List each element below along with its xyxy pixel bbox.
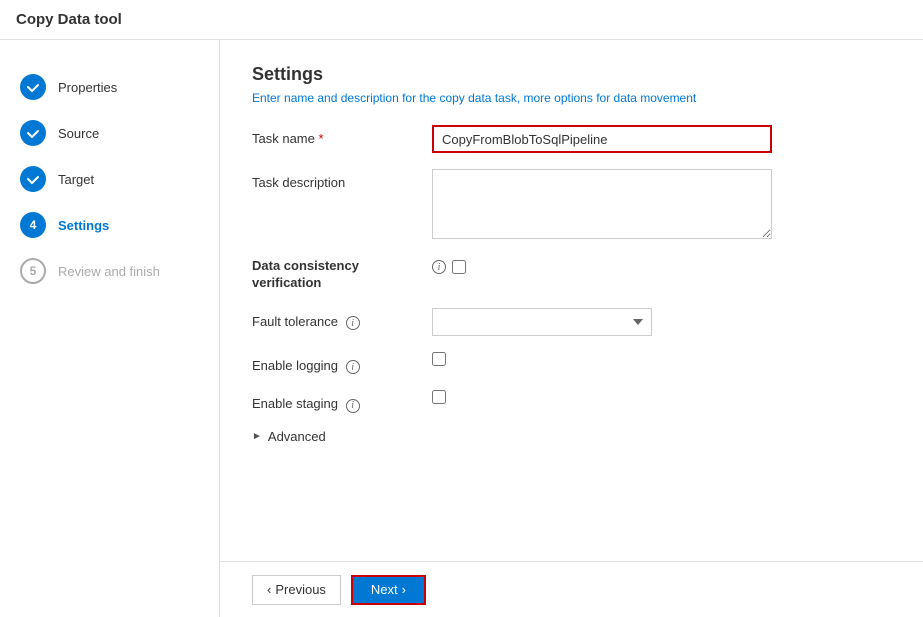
fault-tolerance-control [432,308,891,336]
sidebar-item-properties[interactable]: Properties [0,64,219,110]
task-desc-label: Task description [252,169,432,190]
sidebar-item-settings[interactable]: 4 Settings [0,202,219,248]
data-consistency-label: Data consistency verification [252,258,432,292]
fault-tolerance-info-icon[interactable]: i [346,316,360,330]
fault-tolerance-select[interactable] [432,308,652,336]
step-circle-target [20,166,46,192]
sidebar-item-review[interactable]: 5 Review and finish [0,248,219,294]
enable-logging-row: Enable logging i [252,352,891,375]
previous-button[interactable]: ‹ Previous [252,575,341,605]
task-name-required: * [319,131,324,146]
previous-button-label: Previous [275,582,326,597]
fault-tolerance-row: Fault tolerance i [252,308,891,336]
data-consistency-info-icon[interactable]: i [432,260,446,274]
next-button-label: Next [371,582,398,597]
step-label-target: Target [58,172,94,187]
settings-title: Settings [252,64,891,85]
sidebar: Properties Source Target 4 [0,40,220,617]
step-label-source: Source [58,126,99,141]
enable-logging-control [432,352,891,369]
step-circle-settings: 4 [20,212,46,238]
advanced-chevron-icon: ► [252,431,262,442]
content-area: Settings Enter name and description for … [220,40,923,617]
footer: ‹ Previous Next › [220,561,923,617]
step-circle-properties [20,74,46,100]
advanced-label: Advanced [268,429,326,444]
task-name-row: Task name * [252,125,891,153]
app-title: Copy Data tool [16,11,122,28]
enable-staging-control [432,390,891,407]
step-label-properties: Properties [58,80,117,95]
settings-subtitle: Enter name and description for the copy … [252,91,891,105]
data-consistency-row: Data consistency verification i [252,258,891,292]
sidebar-item-target[interactable]: Target [0,156,219,202]
step-label-review: Review and finish [58,264,160,279]
task-name-label: Task name * [252,125,432,146]
enable-staging-info-icon[interactable]: i [346,399,360,413]
enable-logging-checkbox[interactable] [432,352,446,366]
step-circle-review: 5 [20,258,46,284]
task-desc-row: Task description [252,169,891,242]
enable-logging-label: Enable logging i [252,352,432,375]
advanced-section[interactable]: ► Advanced [252,429,891,444]
task-desc-control [432,169,891,242]
enable-staging-checkbox[interactable] [432,390,446,404]
enable-staging-row: Enable staging i [252,390,891,413]
fault-tolerance-label: Fault tolerance i [252,308,432,331]
data-consistency-control: i [432,258,466,274]
step-label-settings: Settings [58,218,109,233]
data-consistency-checkbox[interactable] [452,260,466,274]
next-button[interactable]: Next › [351,575,426,605]
enable-logging-info-icon[interactable]: i [346,360,360,374]
task-name-control [432,125,891,153]
step-circle-source [20,120,46,146]
task-desc-input[interactable] [432,169,772,239]
next-chevron-icon: › [402,582,406,597]
content-inner: Settings Enter name and description for … [220,40,923,561]
previous-chevron-icon: ‹ [267,582,271,597]
task-name-input[interactable] [432,125,772,153]
sidebar-item-source[interactable]: Source [0,110,219,156]
enable-staging-label: Enable staging i [252,390,432,413]
main-layout: Properties Source Target 4 [0,40,923,617]
top-bar: Copy Data tool [0,0,923,40]
